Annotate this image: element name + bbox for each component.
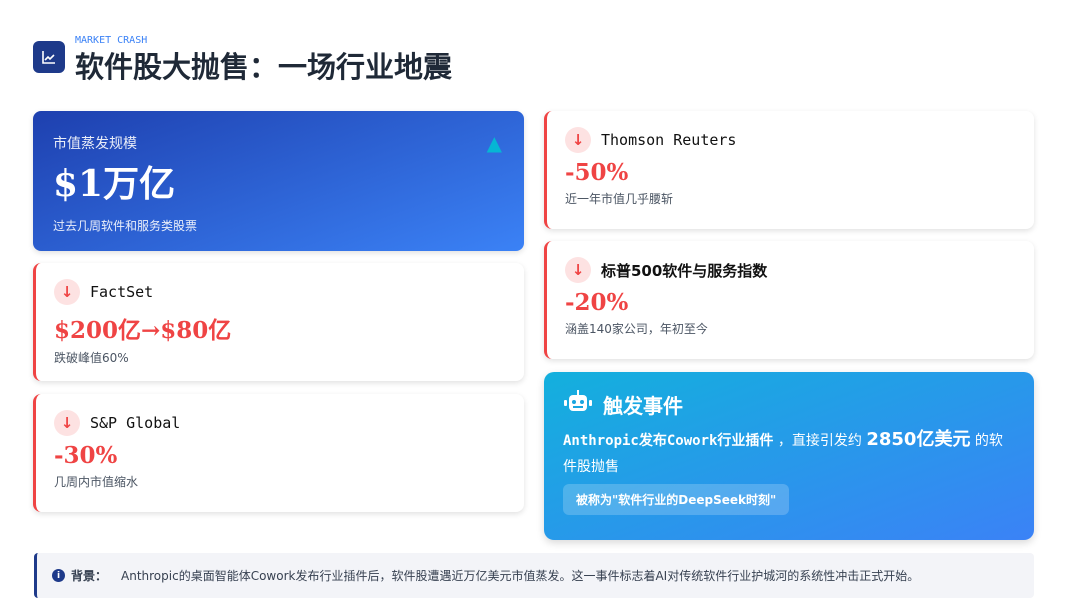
stock-desc: 近一年市值几乎腰斩 [565, 192, 674, 206]
warning-icon: ▲ [486, 131, 502, 155]
trigger-text: ，直接引发约 [777, 433, 862, 449]
stock-value: -50% [565, 159, 629, 186]
background-note: i 背景： Anthropic的桌面智能体Cowork发布行业插件后，软件股遭遇… [34, 553, 1034, 598]
stock-card-sp500-software: ↓ 标普500软件与服务指数 -20% 涵盖140家公司，年初至今 [544, 241, 1034, 359]
stock-name: Thomson Reuters [601, 131, 737, 149]
stock-desc: 涵盖140家公司，年初至今 [565, 322, 708, 336]
stock-value: $200亿→$80亿 [54, 317, 232, 344]
hero-card: 市值蒸发规模 $1万亿 过去几周软件和服务类股票 ▲ [33, 111, 524, 251]
stock-value: -30% [54, 442, 118, 469]
page-title: 软件股大抛售：一场行业地震 [75, 50, 453, 84]
arrow-down-icon: ↓ [565, 127, 591, 153]
stock-card-factset: ↓ FactSet $200亿→$80亿 跌破峰值60% [33, 263, 524, 381]
stock-card-thomson-reuters: ↓ Thomson Reuters -50% 近一年市值几乎腰斩 [544, 111, 1034, 229]
stock-desc: 几周内市值缩水 [54, 475, 139, 489]
stock-name: FactSet [90, 283, 154, 301]
stock-desc: 跌破峰值60% [54, 351, 129, 365]
chart-line-icon [33, 41, 65, 73]
trigger-event: Anthropic发布Cowork行业插件 [563, 433, 774, 449]
trigger-title: 触发事件 [603, 394, 683, 418]
hero-value: $1万亿 [53, 163, 176, 205]
robot-icon [563, 390, 593, 419]
trigger-event-card: 触发事件 Anthropic发布Cowork行业插件 ，直接引发约 2850亿美… [544, 372, 1034, 540]
arrow-down-icon: ↓ [54, 279, 80, 305]
trigger-quote-badge: 被称为"软件行业的DeepSeek时刻" [563, 484, 790, 515]
info-icon: i [52, 569, 65, 582]
note-text: Anthropic的桌面智能体Cowork发布行业插件后，软件股遭遇近万亿美元市… [121, 569, 920, 583]
hero-sub: 过去几周软件和服务类股票 [53, 219, 198, 233]
arrow-down-icon: ↓ [565, 257, 591, 283]
stock-card-sp-global: ↓ S&P Global -30% 几周内市值缩水 [33, 394, 524, 512]
trigger-amount: 2850亿美元 [866, 429, 971, 450]
note-label: 背景： [71, 569, 108, 583]
arrow-down-icon: ↓ [54, 410, 80, 436]
stock-value: -20% [565, 289, 629, 316]
hero-label: 市值蒸发规模 [53, 136, 137, 152]
stock-name: 标普500软件与服务指数 [601, 261, 768, 280]
stock-name: S&P Global [90, 414, 181, 432]
